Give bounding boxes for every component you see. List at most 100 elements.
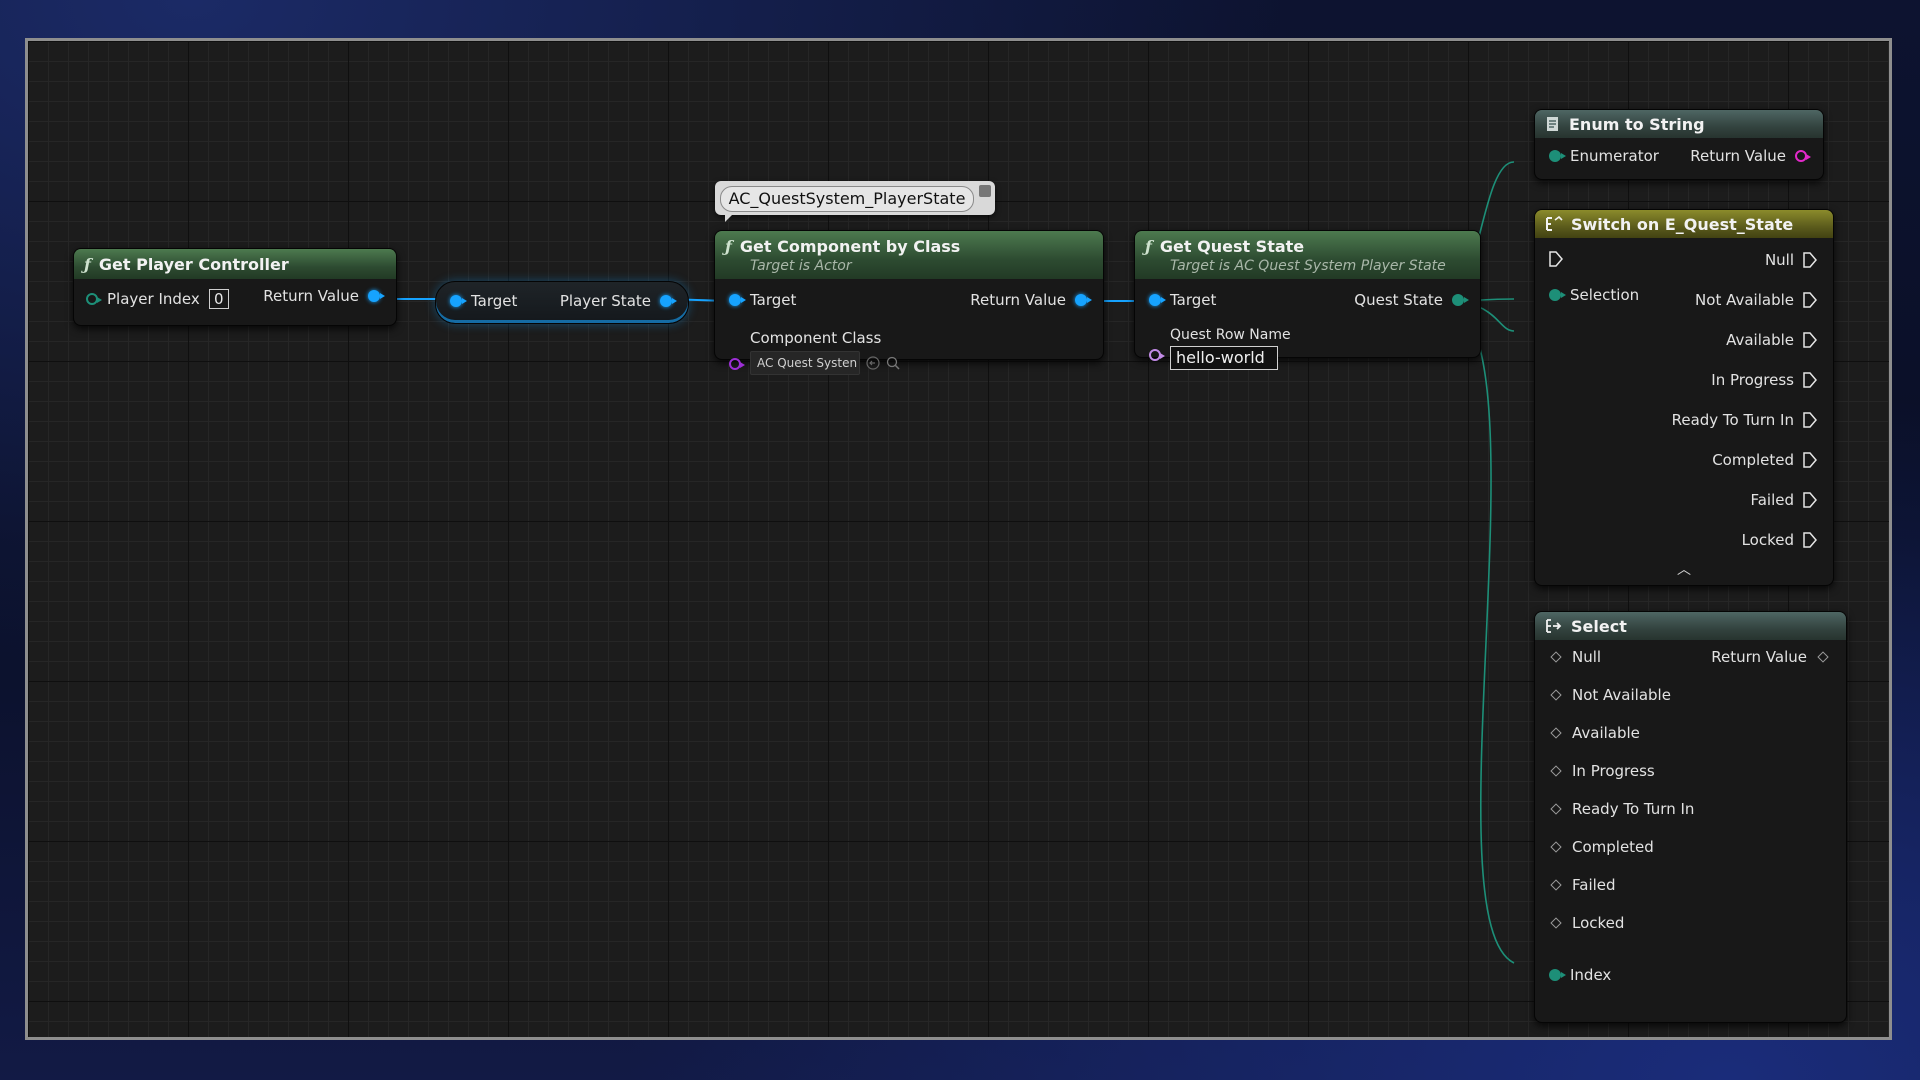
exec-input-icon[interactable] (1549, 251, 1563, 267)
name-pin-icon[interactable] (1149, 348, 1165, 361)
node-header[interactable]: ƒ Get Quest State Target is AC Quest Sys… (1135, 231, 1480, 279)
pin-quest-row-name[interactable]: Quest Row Name hello-world (1149, 327, 1291, 370)
exec-output-icon[interactable] (1803, 252, 1817, 268)
switch-output-pin[interactable]: Locked (1742, 531, 1817, 549)
wildcard-pin-icon[interactable] (1550, 651, 1562, 663)
exec-output-icon[interactable] (1803, 532, 1817, 548)
node-get-component-by-class[interactable]: ƒ Get Component by Class Target is Actor… (714, 230, 1104, 375)
pin-quest-state[interactable]: Quest State (1354, 291, 1469, 309)
select-option-pin[interactable]: Completed (1549, 838, 1654, 856)
object-pin-icon[interactable] (1075, 294, 1092, 306)
exec-output-icon[interactable] (1803, 372, 1817, 388)
enum-pin-icon[interactable] (1549, 969, 1566, 981)
pin-return-value[interactable]: Return Value (970, 291, 1092, 309)
node-header[interactable]: Switch on E_Quest_State (1535, 210, 1833, 238)
pin-target[interactable]: Target (1149, 291, 1216, 309)
object-pin-icon[interactable] (660, 295, 677, 307)
wildcard-pin-icon[interactable] (1550, 879, 1562, 891)
select-icon (1546, 619, 1562, 633)
select-option-pin[interactable]: Available (1549, 724, 1640, 742)
switch-output-pin[interactable]: Completed (1712, 451, 1817, 469)
pin-component-class[interactable]: Component Class AC Quest Systen (729, 329, 900, 375)
browse-search-icon[interactable] (886, 356, 900, 370)
enum-pin-icon[interactable] (1452, 294, 1469, 306)
pin-label: Null (1764, 251, 1794, 269)
node-get-player-controller[interactable]: ƒ Get Player Controller Player Index 0 R… (73, 248, 397, 326)
switch-output-pin[interactable]: Null (1765, 251, 1817, 269)
wildcard-pin-icon[interactable] (1550, 727, 1562, 739)
enum-pin-icon[interactable] (1549, 150, 1566, 162)
exec-output-icon[interactable] (1803, 412, 1817, 428)
exec-output-icon[interactable] (1803, 452, 1817, 468)
wildcard-pin-icon[interactable] (1550, 803, 1562, 815)
object-pin-icon[interactable] (1149, 294, 1166, 306)
wildcard-pin-icon[interactable] (1550, 689, 1562, 701)
comment-text[interactable]: AC_QuestSystem_PlayerState (720, 186, 974, 212)
node-header[interactable]: ƒ Get Player Controller (74, 249, 396, 279)
pin-label: Component Class (750, 329, 882, 347)
quest-row-name-input[interactable]: hello-world (1170, 346, 1278, 370)
node-switch-on-enum[interactable]: Switch on E_Quest_State Selection Null No… (1534, 209, 1834, 586)
pin-target[interactable]: Target (450, 292, 517, 310)
function-icon: ƒ (725, 236, 732, 256)
pin-label: Null (1572, 648, 1602, 666)
pin-label: Failed (1572, 876, 1616, 894)
node-select[interactable]: Select Return Value Null Not Available Ava… (1534, 611, 1847, 1023)
switch-output-pin[interactable]: Not Available (1695, 291, 1817, 309)
pin-selection[interactable]: Selection (1549, 286, 1639, 304)
pin-label: Ready To Turn In (1572, 800, 1695, 818)
pin-label: Available (1726, 331, 1794, 349)
switch-output-pin[interactable]: Ready To Turn In (1672, 411, 1817, 429)
pin-index[interactable]: Index (1549, 966, 1611, 984)
pin-label: Enumerator (1570, 147, 1659, 165)
select-option-pin[interactable]: Null (1549, 648, 1601, 666)
pin-label: Completed (1572, 838, 1654, 856)
node-get-player-state[interactable]: Target Player State (435, 281, 689, 324)
select-option-pin[interactable]: In Progress (1549, 762, 1655, 780)
exec-output-icon[interactable] (1803, 492, 1817, 508)
use-selected-asset-icon[interactable] (866, 356, 880, 370)
select-option-pin[interactable]: Ready To Turn In (1549, 800, 1694, 818)
string-pin-icon[interactable] (1795, 150, 1811, 162)
object-pin-icon[interactable] (368, 290, 385, 302)
pin-player-state[interactable]: Player State (560, 292, 677, 310)
int-pin-icon[interactable] (86, 293, 102, 305)
pin-target[interactable]: Target (729, 291, 796, 309)
node-get-quest-state[interactable]: ƒ Get Quest State Target is AC Quest Sys… (1134, 230, 1481, 370)
pin-comment-icon[interactable] (979, 185, 991, 197)
blueprint-graph-canvas[interactable]: AC_QuestSystem_PlayerState ƒ Get Player … (25, 38, 1892, 1040)
node-header[interactable]: Select (1535, 612, 1846, 640)
wildcard-pin-icon[interactable] (1550, 841, 1562, 853)
object-pin-icon[interactable] (729, 294, 746, 306)
component-class-dropdown[interactable]: AC Quest Systen (750, 351, 860, 375)
class-pin-icon[interactable] (729, 358, 745, 370)
pin-label: Player Index (107, 290, 200, 308)
exec-output-icon[interactable] (1803, 332, 1817, 348)
select-option-pin[interactable]: Locked (1549, 914, 1624, 932)
enum-pin-icon[interactable] (1549, 289, 1566, 301)
comment-bubble[interactable]: AC_QuestSystem_PlayerState (715, 181, 995, 222)
pin-label: Quest State (1354, 291, 1443, 309)
wildcard-pin-icon[interactable] (1817, 651, 1829, 663)
player-index-input[interactable]: 0 (208, 289, 229, 309)
node-enum-to-string[interactable]: Enum to String Enumerator Return Value (1534, 109, 1824, 180)
collapse-chevron-up-icon[interactable]: ︿ (1677, 559, 1691, 579)
object-pin-icon[interactable] (450, 295, 467, 307)
pin-label: Not Available (1695, 291, 1794, 309)
exec-output-icon[interactable] (1803, 292, 1817, 308)
node-header[interactable]: ƒ Get Component by Class Target is Actor (715, 231, 1103, 279)
pin-return-value[interactable]: Return Value (263, 287, 385, 305)
switch-output-pin[interactable]: Available (1726, 331, 1817, 349)
pin-return-value[interactable]: Return Value (1711, 648, 1830, 666)
pin-enumerator[interactable]: Enumerator (1549, 147, 1659, 165)
pin-player-index[interactable]: Player Index 0 (86, 289, 229, 309)
select-option-pin[interactable]: Failed (1549, 876, 1616, 894)
select-option-pin[interactable]: Not Available (1549, 686, 1671, 704)
wildcard-pin-icon[interactable] (1550, 765, 1562, 777)
comment-tail (725, 215, 732, 222)
switch-output-pin[interactable]: Failed (1750, 491, 1817, 509)
pin-return-value[interactable]: Return Value (1690, 147, 1811, 165)
node-header[interactable]: Enum to String (1535, 110, 1823, 138)
wildcard-pin-icon[interactable] (1550, 917, 1562, 929)
switch-output-pin[interactable]: In Progress (1711, 371, 1817, 389)
